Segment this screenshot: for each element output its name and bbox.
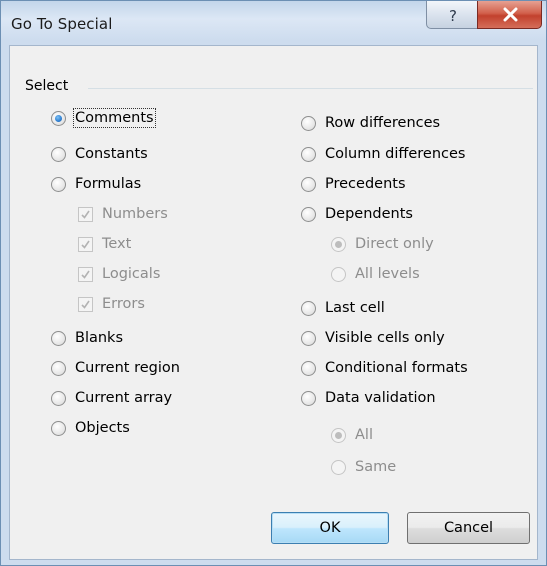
radio-all-levels[interactable]: All levels — [331, 263, 420, 285]
option-label: Last cell — [325, 300, 385, 316]
radio-button-icon[interactable] — [51, 420, 66, 436]
option-label: Dependents — [325, 206, 413, 222]
cancel-button[interactable]: Cancel — [407, 512, 530, 544]
title-bar[interactable]: Go To Special ? — [1, 1, 546, 45]
close-icon — [503, 7, 518, 22]
option-label: Objects — [75, 420, 130, 436]
radio-button-icon[interactable] — [51, 360, 66, 376]
option-label: Direct only — [355, 236, 434, 252]
option-label: Formulas — [75, 176, 142, 192]
radio-precedents[interactable]: Precedents — [301, 173, 406, 195]
option-label: Errors — [102, 296, 145, 312]
checkbox-logicals[interactable]: Logicals — [78, 263, 160, 285]
question-mark-icon: ? — [449, 7, 457, 25]
checkbox-icon[interactable] — [78, 206, 93, 222]
radio-objects[interactable]: Objects — [51, 417, 130, 439]
ok-button[interactable]: OK — [271, 512, 389, 544]
radio-last-cell[interactable]: Last cell — [301, 297, 385, 319]
close-button[interactable] — [477, 1, 542, 29]
radio-current-region[interactable]: Current region — [51, 357, 180, 379]
radio-button-icon[interactable] — [51, 176, 66, 192]
checkmark-icon — [81, 210, 90, 219]
radio-button-icon[interactable] — [301, 176, 316, 192]
option-label: Constants — [75, 146, 148, 162]
checkbox-icon[interactable] — [78, 266, 93, 282]
checkbox-errors[interactable]: Errors — [78, 293, 145, 315]
option-label: Precedents — [325, 176, 406, 192]
radio-data-validation[interactable]: Data validation — [301, 387, 436, 409]
radio-button-icon[interactable] — [301, 360, 316, 376]
radio-conditional-formats[interactable]: Conditional formats — [301, 357, 468, 379]
option-label: All — [355, 427, 373, 443]
radio-button-icon[interactable] — [331, 236, 346, 252]
checkbox-numbers[interactable]: Numbers — [78, 203, 168, 225]
option-label: Current array — [75, 390, 173, 406]
radio-button-icon[interactable] — [51, 390, 66, 406]
group-label-select: Select — [25, 78, 69, 94]
radio-visible-cells-only[interactable]: Visible cells only — [301, 327, 445, 349]
checkmark-icon — [81, 300, 90, 309]
radio-column-differences[interactable]: Column differences — [301, 143, 465, 165]
option-label: All levels — [355, 266, 420, 282]
radio-button-icon[interactable] — [301, 390, 316, 406]
radio-button-icon[interactable] — [51, 146, 66, 162]
radio-validation-same[interactable]: Same — [331, 456, 396, 478]
window-title: Go To Special — [11, 15, 113, 33]
radio-row-differences[interactable]: Row differences — [301, 112, 440, 134]
svg-text:?: ? — [449, 7, 457, 25]
radio-button-icon[interactable] — [331, 427, 346, 443]
group-divider — [88, 88, 533, 89]
checkmark-icon — [81, 270, 90, 279]
radio-dependents[interactable]: Dependents — [301, 203, 413, 225]
radio-direct-only[interactable]: Direct only — [331, 233, 434, 255]
radio-button-icon[interactable] — [331, 266, 346, 282]
option-label: Row differences — [325, 115, 441, 131]
radio-button-icon[interactable] — [301, 115, 316, 131]
radio-button-icon[interactable] — [301, 146, 316, 162]
option-label: Numbers — [102, 206, 168, 222]
radio-button-icon[interactable] — [301, 330, 316, 346]
radio-button-icon[interactable] — [301, 300, 316, 316]
radio-current-array[interactable]: Current array — [51, 387, 172, 409]
radio-comments[interactable]: Comments — [51, 107, 156, 129]
radio-button-icon[interactable] — [51, 110, 66, 126]
option-label: Data validation — [325, 390, 436, 406]
radio-button-icon[interactable] — [331, 459, 346, 475]
option-label: Same — [355, 459, 397, 475]
checkbox-text[interactable]: Text — [78, 233, 131, 255]
radio-button-icon[interactable] — [51, 330, 66, 346]
option-label: Conditional formats — [325, 360, 468, 376]
option-label: Visible cells only — [325, 330, 445, 346]
radio-validation-all[interactable]: All — [331, 424, 373, 446]
radio-blanks[interactable]: Blanks — [51, 327, 123, 349]
option-label: Comments — [73, 108, 156, 128]
radio-formulas[interactable]: Formulas — [51, 173, 141, 195]
option-label: Current region — [75, 360, 180, 376]
help-button[interactable]: ? — [426, 1, 478, 29]
option-label: Blanks — [75, 330, 124, 346]
option-label: Column differences — [325, 146, 466, 162]
radio-button-icon[interactable] — [301, 206, 316, 222]
checkbox-icon[interactable] — [78, 296, 93, 312]
option-label: Logicals — [102, 266, 161, 282]
option-label: Text — [102, 236, 132, 252]
checkbox-icon[interactable] — [78, 236, 93, 252]
radio-constants[interactable]: Constants — [51, 143, 148, 165]
checkmark-icon — [81, 240, 90, 249]
